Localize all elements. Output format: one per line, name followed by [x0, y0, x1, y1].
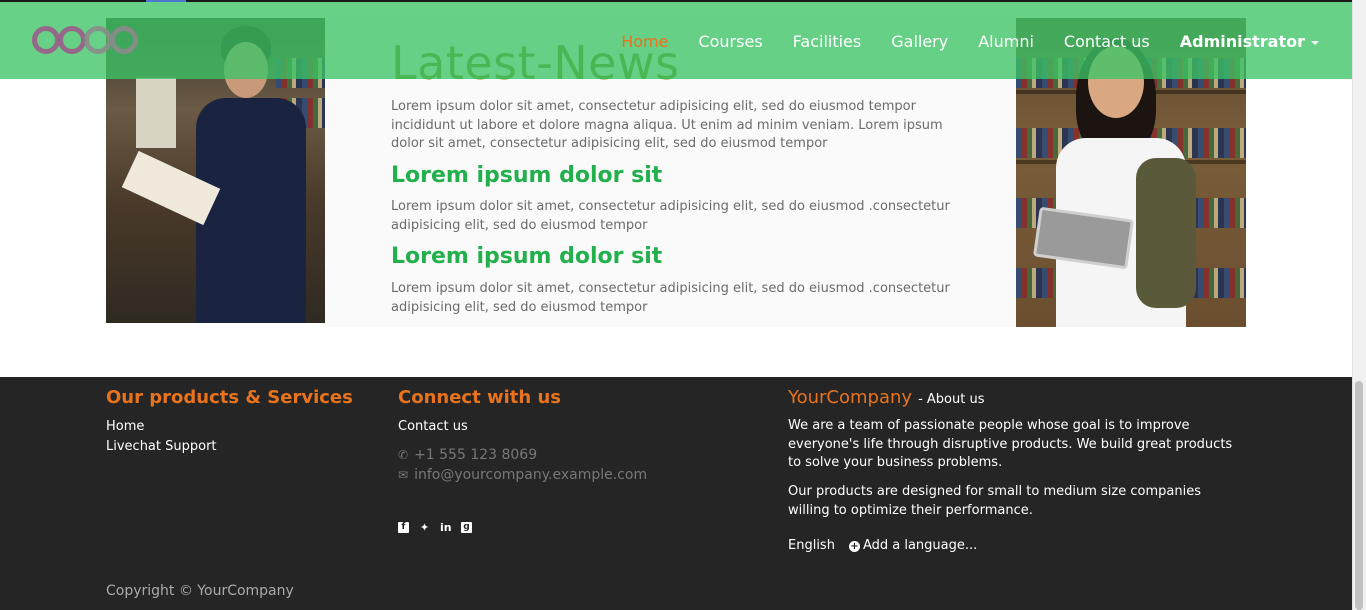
phone-line: ✆ +1 555 123 8069	[398, 447, 537, 463]
top-navbar: Home Courses Facilities Gallery Alumni C…	[0, 2, 1352, 79]
nav-contact-us[interactable]: Contact us	[1049, 32, 1165, 51]
footer-link-home[interactable]: Home	[106, 419, 144, 434]
caret-down-icon	[1311, 40, 1319, 45]
phone-number: +1 555 123 8069	[414, 447, 538, 463]
logo-letter-d	[58, 26, 86, 54]
email-line: ✉ info@yourcompany.example.com	[398, 467, 647, 483]
language-selector: English + Add a language...	[788, 538, 977, 553]
add-language-link[interactable]: + Add a language...	[848, 538, 978, 553]
main-menu: Home Courses Facilities Gallery Alumni C…	[606, 32, 1334, 51]
google-plus-icon[interactable]: g	[461, 522, 472, 533]
nav-home[interactable]: Home	[606, 32, 683, 51]
photo-backpack	[1136, 158, 1196, 308]
admin-label: Administrator	[1179, 32, 1305, 51]
products-heading: Our products & Services	[106, 387, 353, 408]
twitter-icon[interactable]: ✦	[419, 522, 430, 533]
footer-link-contact-us[interactable]: Contact us	[398, 419, 468, 434]
company-name: YourCompany	[788, 387, 913, 408]
nav-gallery[interactable]: Gallery	[876, 32, 963, 51]
nav-administrator-dropdown[interactable]: Administrator	[1165, 32, 1334, 51]
language-english[interactable]: English	[788, 538, 835, 553]
social-links: f ✦ in g	[398, 522, 472, 533]
photo-figure-body	[196, 98, 306, 323]
plus-circle-icon: +	[848, 541, 860, 552]
footer-link-livechat[interactable]: Livechat Support	[106, 439, 217, 454]
photo-window	[136, 78, 176, 148]
news-paragraph-2: Lorem ipsum dolor sit amet, consectetur …	[391, 281, 950, 315]
logo-letter-o	[84, 26, 112, 54]
nav-alumni[interactable]: Alumni	[963, 32, 1049, 51]
news-subheading-2: Lorem ipsum dolor sit	[391, 244, 663, 269]
news-subheading-1: Lorem ipsum dolor sit	[391, 163, 663, 188]
scrollbar-thumb[interactable]	[1355, 381, 1363, 610]
nav-courses[interactable]: Courses	[683, 32, 777, 51]
copyright: Copyright © YourCompany	[106, 583, 294, 599]
about-paragraph-2: Our products are designed for small to m…	[788, 484, 1201, 518]
add-language-label: Add a language...	[862, 538, 978, 553]
linkedin-icon[interactable]: in	[440, 522, 452, 533]
logo-letter-o	[32, 26, 60, 54]
odoo-logo[interactable]	[32, 26, 138, 54]
about-us-label: - About us	[918, 392, 985, 407]
footer: Our products & Services Home Livechat Su…	[0, 377, 1352, 610]
about-heading: YourCompany - About us	[788, 387, 984, 408]
news-paragraph-1: Lorem ipsum dolor sit amet, consectetur …	[391, 199, 950, 233]
about-paragraph-1: We are a team of passionate people whose…	[788, 418, 1233, 470]
connect-heading: Connect with us	[398, 387, 561, 408]
facebook-icon[interactable]: f	[398, 522, 409, 533]
phone-icon: ✆	[398, 448, 409, 462]
logo-letter-o	[110, 26, 138, 54]
envelope-icon: ✉	[398, 468, 409, 482]
nav-facilities[interactable]: Facilities	[778, 32, 877, 51]
news-intro: Lorem ipsum dolor sit amet, consectetur …	[391, 99, 943, 151]
page-scrollbar[interactable]	[1352, 0, 1366, 610]
email-address[interactable]: info@yourcompany.example.com	[414, 467, 647, 483]
